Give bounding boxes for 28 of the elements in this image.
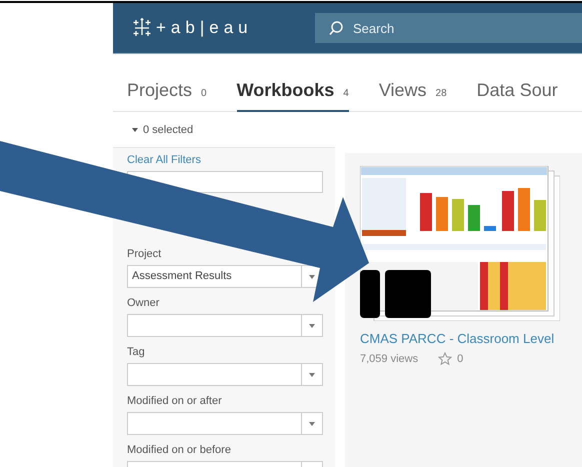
tab[interactable]: Views 28 bbox=[378, 80, 447, 112]
workbook-title[interactable]: CMAS PARCC - Classroom Level bbox=[360, 331, 554, 346]
filter-dropdown[interactable] bbox=[127, 314, 323, 337]
filter-label: Project bbox=[127, 248, 162, 260]
tab[interactable]: Workbooks 4 bbox=[236, 80, 349, 112]
favorite-count: 0 bbox=[457, 353, 464, 365]
caret-icon[interactable] bbox=[132, 128, 138, 132]
logo-cross-icon bbox=[131, 18, 153, 38]
caret-icon bbox=[309, 422, 315, 426]
filter-dropdown[interactable]: Assessment Results bbox=[127, 265, 323, 288]
filter-dropdown[interactable] bbox=[127, 412, 323, 435]
tab[interactable]: Projects 0 bbox=[127, 80, 207, 112]
caret-icon bbox=[309, 274, 315, 278]
clear-filters-link[interactable]: Clear All Filters bbox=[127, 154, 201, 166]
filter-label: Owner bbox=[127, 297, 160, 309]
filter-label: Modified on or after bbox=[127, 395, 222, 407]
caret-icon bbox=[309, 324, 315, 328]
workbook-card[interactable]: CMAS PARCC - Classroom Level 7,059 views 0 bbox=[345, 153, 582, 467]
logo-text: +ab|eau bbox=[156, 18, 253, 38]
tab[interactable]: Data Sour bbox=[476, 80, 558, 112]
filter-label: Modified on or before bbox=[127, 444, 231, 456]
filter-label: Tag bbox=[127, 346, 145, 358]
search-field[interactable]: Search bbox=[315, 13, 582, 43]
filter-dropdown[interactable] bbox=[127, 363, 323, 386]
view-count: 7,059 views bbox=[360, 353, 418, 365]
selection-count: 0 selected bbox=[143, 124, 194, 136]
caret-icon bbox=[309, 372, 315, 376]
star-icon[interactable] bbox=[438, 352, 452, 366]
